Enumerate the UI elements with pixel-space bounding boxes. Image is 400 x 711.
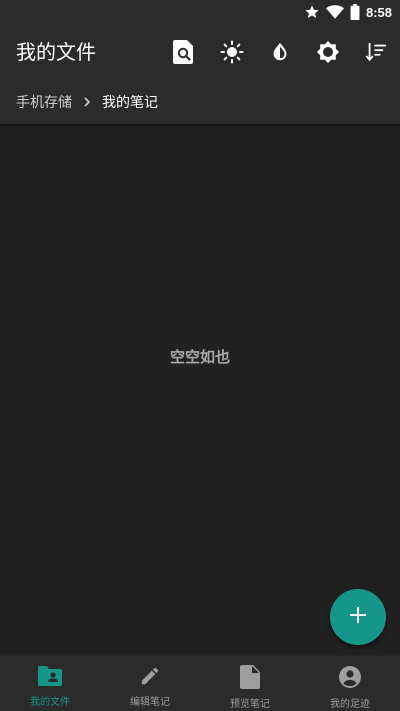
nav-label: 我的足迹 <box>330 699 370 710</box>
breadcrumb-current[interactable]: 我的笔记 <box>102 92 158 112</box>
page-title: 我的文件 <box>16 40 96 64</box>
nav-label: 预览笔记 <box>230 699 270 710</box>
add-note-button[interactable] <box>330 589 386 645</box>
star-icon <box>304 4 320 20</box>
empty-state-text: 空空如也 <box>169 348 230 366</box>
brightness-icon <box>220 40 244 64</box>
pencil-icon <box>139 665 161 687</box>
settings-brightness-icon <box>316 40 340 64</box>
document-icon <box>240 665 260 689</box>
account-circle-icon <box>338 665 362 689</box>
breadcrumb: 手机存储 我的笔记 <box>0 80 400 124</box>
app-bar: 我的文件 <box>0 24 400 80</box>
nav-my-files[interactable]: 我的文件 <box>0 656 100 711</box>
sort-button[interactable] <box>358 34 394 70</box>
file-search-icon <box>173 40 195 64</box>
folder-account-icon <box>38 665 62 687</box>
wifi-icon <box>325 4 344 20</box>
nav-edit-note[interactable]: 编辑笔记 <box>100 656 200 711</box>
chevron-right-icon <box>82 96 92 108</box>
nav-label: 我的文件 <box>30 697 70 708</box>
file-list: 空空如也 <box>0 124 400 655</box>
contrast-icon <box>269 41 291 63</box>
plus-icon <box>349 606 367 628</box>
bottom-navigation: 我的文件 编辑笔记 预览笔记 我的足迹 <box>0 655 400 711</box>
sort-icon <box>365 41 387 63</box>
nav-label: 编辑笔记 <box>130 697 170 708</box>
file-search-button[interactable] <box>166 34 202 70</box>
nav-my-footprint[interactable]: 我的足迹 <box>300 656 400 711</box>
nav-preview-note[interactable]: 预览笔记 <box>200 656 300 711</box>
status-bar: 8:58 <box>0 0 400 24</box>
contrast-button[interactable] <box>262 34 298 70</box>
settings-brightness-button[interactable] <box>310 34 346 70</box>
brightness-button[interactable] <box>214 34 250 70</box>
battery-icon <box>350 4 360 20</box>
status-time: 8:58 <box>365 4 392 20</box>
breadcrumb-root[interactable]: 手机存储 <box>16 92 72 112</box>
